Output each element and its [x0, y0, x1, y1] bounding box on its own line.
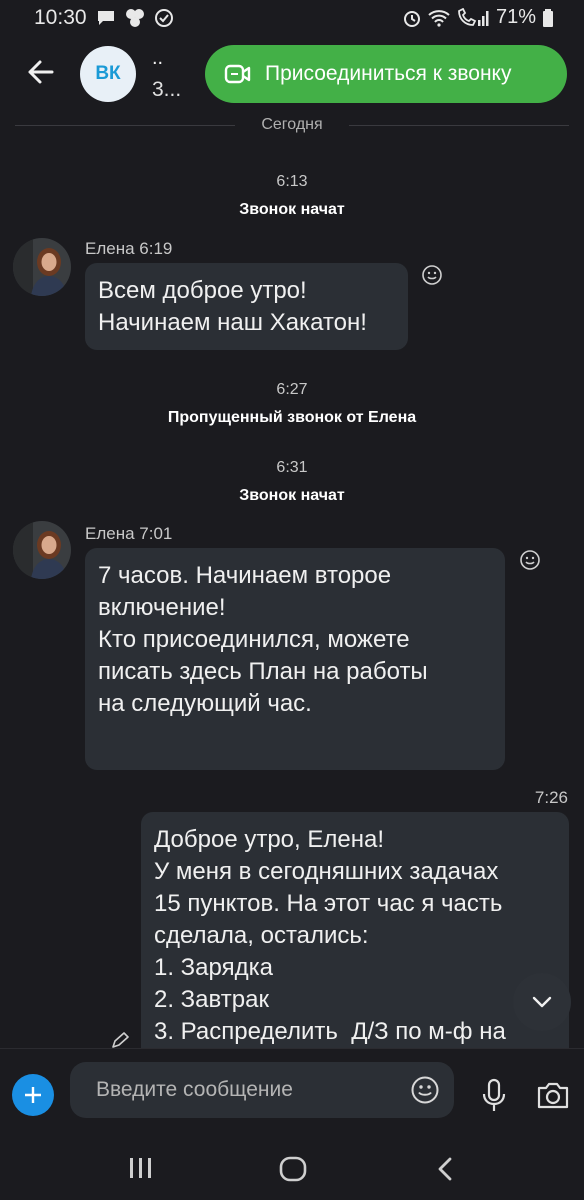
- join-call-button[interactable]: Присоединиться к звонку: [205, 45, 567, 103]
- chat-bubble-icon: [98, 11, 114, 25]
- message-input-container: [70, 1062, 454, 1118]
- reaction-smile-icon[interactable]: [421, 264, 443, 286]
- avatar-photo: [13, 521, 71, 579]
- recent-apps-icon[interactable]: [128, 1156, 154, 1180]
- message-line: включение!: [98, 594, 226, 621]
- message-bubble[interactable]: 7 часов. Начинаем второе включение! Кто …: [85, 548, 505, 770]
- message-line: У меня в сегодняшних задачах: [154, 858, 499, 885]
- message-line: сделала, остались:: [154, 922, 369, 949]
- emoji-icon[interactable]: [410, 1075, 440, 1105]
- plus-icon: [25, 1087, 41, 1103]
- message-line: 2. Завтрак: [154, 986, 269, 1013]
- message-line: 15 пунктов. На этот час я часть: [154, 890, 503, 917]
- system-event: 6:27 Пропущенный звонок от Елена: [0, 381, 584, 427]
- message-input[interactable]: [96, 1062, 396, 1118]
- message-line: писать здесь План на работы: [98, 658, 428, 685]
- edit-pencil-icon[interactable]: [110, 1032, 130, 1048]
- message-line: Всем доброе утро!: [98, 277, 307, 304]
- scroll-to-bottom-button[interactable]: [513, 973, 571, 1031]
- video-camera-icon: [224, 64, 251, 84]
- check-circle-icon: [155, 9, 173, 27]
- own-message-bubble[interactable]: Доброе утро, Елена! У меня в сегодняшних…: [141, 812, 569, 1048]
- join-call-label: Присоединиться к звонку: [265, 62, 512, 85]
- system-event-time: 6:13: [276, 173, 308, 190]
- status-bar: 10:30 71%: [0, 0, 584, 34]
- reaction-smile-icon[interactable]: [519, 549, 541, 571]
- chat-title[interactable]: ..: [152, 48, 163, 68]
- status-time: 10:30: [34, 6, 87, 29]
- message-line: 3. Распределить Д/З по м-ф на: [154, 1018, 506, 1045]
- nav-back-icon[interactable]: [435, 1156, 455, 1182]
- camera-icon[interactable]: [536, 1079, 570, 1111]
- own-message-time: 7:26: [534, 788, 568, 807]
- battery-icon: [543, 8, 553, 27]
- home-icon[interactable]: [279, 1156, 307, 1182]
- message-line: на следующий час.: [98, 690, 312, 717]
- system-event: 6:31 Звонок начат: [0, 459, 584, 505]
- battery-percent: 71%: [495, 6, 536, 28]
- system-event-time: 6:31: [276, 459, 308, 476]
- vk-icon: [126, 9, 144, 27]
- sender-avatar[interactable]: [13, 521, 71, 579]
- message-line: Кто присоединился, можете: [98, 626, 410, 653]
- system-event: 6:13 Звонок начат: [0, 173, 584, 219]
- day-divider: Сегодня: [0, 114, 584, 136]
- add-attachment-button[interactable]: [12, 1074, 54, 1116]
- message-sender: Елена 6:19: [85, 239, 173, 258]
- message-composer: [0, 1048, 584, 1136]
- message-line: 1. Зарядка: [154, 954, 273, 981]
- chat-subtitle[interactable]: 3...: [152, 78, 181, 102]
- microphone-icon[interactable]: [480, 1078, 508, 1114]
- message-line: Начинаем наш Хакатон!: [98, 309, 367, 336]
- sender-avatar[interactable]: [13, 238, 71, 296]
- chat-header: ВК .. 3... Присоединиться к звонку: [0, 34, 584, 116]
- system-event-text: Звонок начат: [239, 201, 345, 218]
- system-event-text: Звонок начат: [239, 487, 345, 504]
- back-arrow-icon[interactable]: [22, 54, 58, 90]
- message-bubble[interactable]: Всем доброе утро! Начинаем наш Хакатон!: [85, 263, 408, 350]
- alarm-icon: [403, 10, 420, 27]
- system-event-time: 6:27: [276, 381, 308, 398]
- wifi-icon: [428, 9, 450, 27]
- message-line: Доброе утро, Елена!: [154, 826, 384, 853]
- system-event-text: Пропущенный звонок от Елена: [167, 409, 417, 426]
- day-divider-label: Сегодня: [261, 116, 323, 133]
- avatar-photo: [13, 238, 71, 296]
- message-line: 7 часов. Начинаем второе: [98, 562, 392, 589]
- chevron-down-icon: [532, 996, 552, 1008]
- message-sender: Елена 7:01: [85, 524, 173, 543]
- call-signal-icon: [458, 7, 489, 26]
- system-navigation-bar: [0, 1136, 584, 1200]
- chat-avatar[interactable]: ВК: [80, 46, 136, 102]
- chat-avatar-text: ВК: [95, 63, 121, 84]
